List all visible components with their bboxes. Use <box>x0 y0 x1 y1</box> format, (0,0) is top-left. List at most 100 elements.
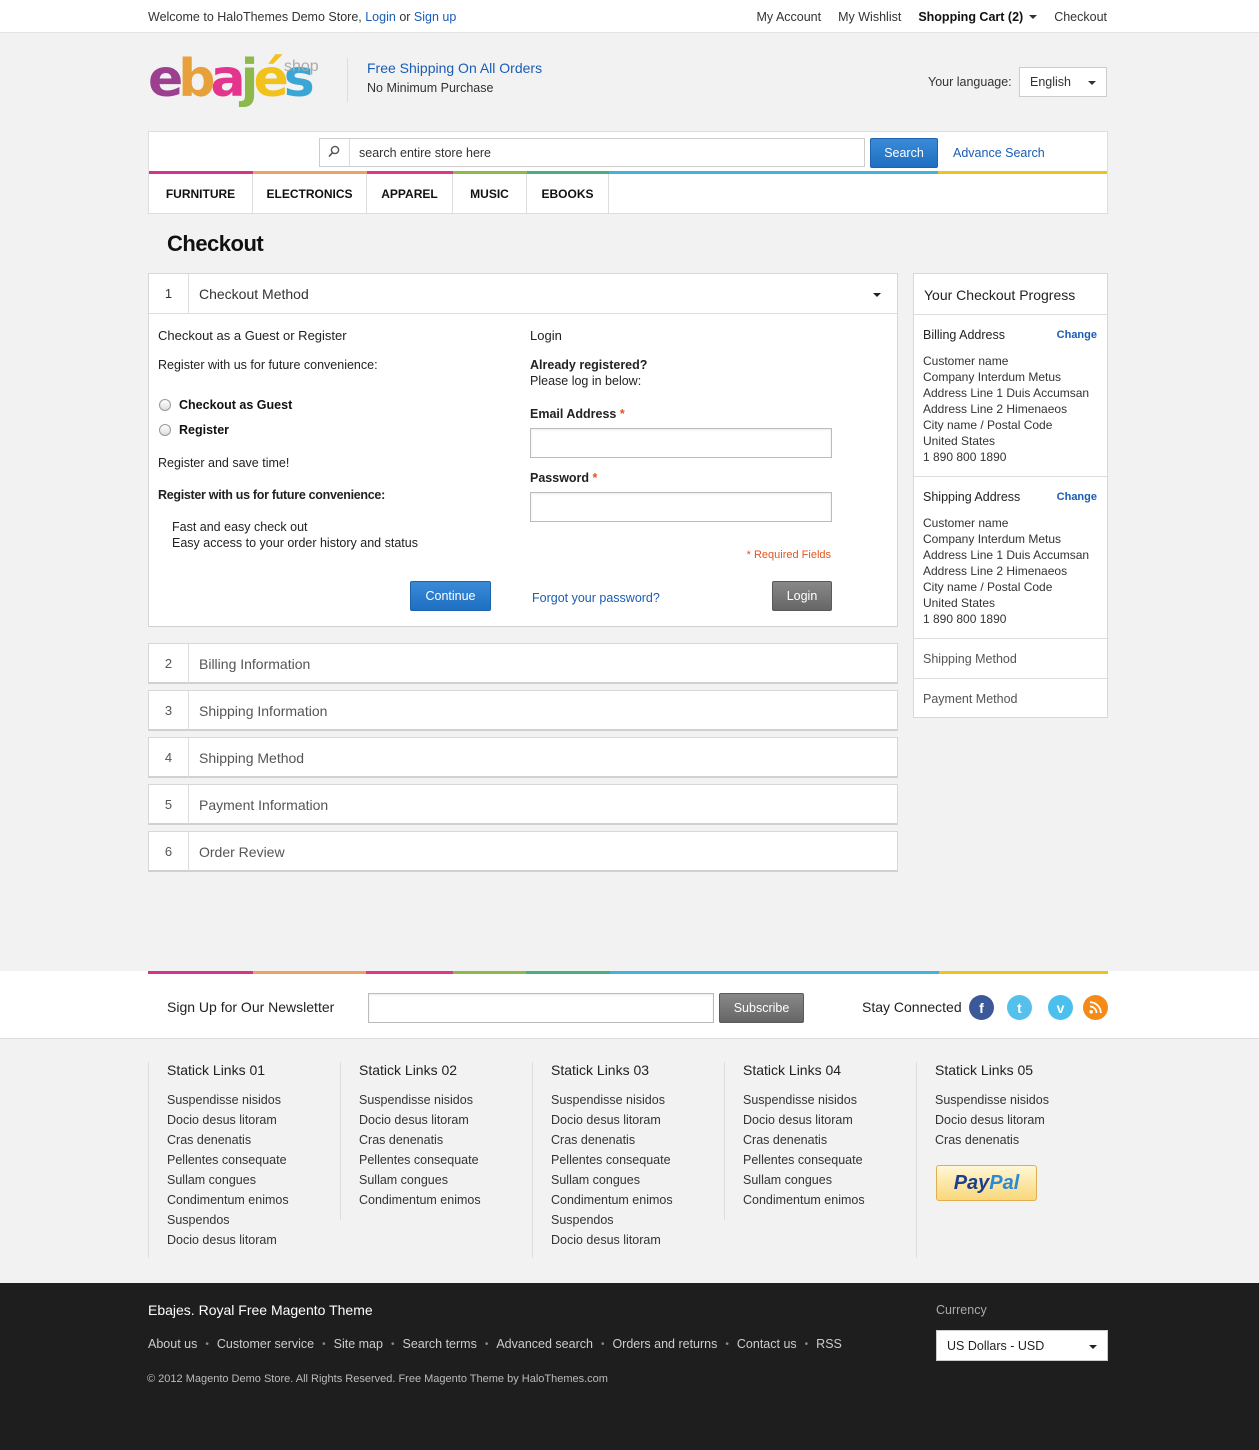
step-header[interactable]: 1 Checkout Method <box>149 274 897 314</box>
checkout-step-payment[interactable]: 5 Payment Information <box>148 784 898 825</box>
footer-link-site-map[interactable]: Site map <box>334 1337 383 1351</box>
login-button[interactable]: Login <box>772 581 832 611</box>
password-field[interactable] <box>530 492 832 522</box>
shopping-cart-link[interactable]: Shopping Cart (2) <box>918 10 1038 24</box>
static-link[interactable]: Suspendisse nisidos <box>743 1093 865 1113</box>
static-link[interactable]: Pellentes consequate <box>551 1153 673 1173</box>
forgot-password-link[interactable]: Forgot your password? <box>532 591 660 605</box>
checkout-as-guest-option[interactable]: Checkout as Guest <box>159 398 292 412</box>
static-link[interactable]: Suspendisse nisidos <box>167 1093 289 1113</box>
header-divider <box>347 58 348 102</box>
menu-item-music[interactable]: MUSIC <box>453 174 527 213</box>
static-link[interactable]: Cras denenatis <box>167 1133 289 1153</box>
static-link[interactable]: Suspendos <box>551 1213 673 1233</box>
address-line: Company Interdum Metus <box>923 370 1062 384</box>
static-links-heading: Statick Links 04 <box>743 1062 842 1078</box>
register-option[interactable]: Register <box>159 423 229 437</box>
menu-item-apparel[interactable]: APPAREL <box>367 174 453 213</box>
currency-select[interactable]: US Dollars - USD <box>936 1330 1108 1361</box>
static-link[interactable]: Sullam congues <box>743 1173 865 1193</box>
checkout-step-review[interactable]: 6 Order Review <box>148 831 898 872</box>
progress-shipping-address: Shipping Address Change Customer name Co… <box>914 476 1107 638</box>
static-link[interactable]: Cras denenatis <box>935 1133 1049 1153</box>
my-wishlist-link[interactable]: My Wishlist <box>838 10 901 24</box>
static-link[interactable]: Sullam congues <box>167 1173 289 1193</box>
static-link[interactable]: Pellentes consequate <box>743 1153 865 1173</box>
static-link[interactable]: Pellentes consequate <box>167 1153 289 1173</box>
benefit-item: Easy access to your order history and st… <box>172 536 418 550</box>
separator: • <box>725 1338 729 1350</box>
checkout-link[interactable]: Checkout <box>1054 10 1107 24</box>
footer-link-contact[interactable]: Contact us <box>737 1337 797 1351</box>
search-input[interactable] <box>350 139 862 166</box>
language-value: English <box>1030 75 1071 89</box>
billing-change-link[interactable]: Change <box>1057 329 1097 341</box>
static-link[interactable]: Suspendisse nisidos <box>935 1093 1049 1113</box>
static-link[interactable]: Docio desus litoram <box>935 1113 1049 1133</box>
continue-button[interactable]: Continue <box>410 581 491 611</box>
email-field[interactable] <box>530 428 832 458</box>
static-link[interactable]: Docio desus litoram <box>167 1113 289 1133</box>
shipping-address-lines: Customer name Company Interdum Metus Add… <box>923 515 1089 627</box>
static-link[interactable]: Sullam congues <box>551 1173 673 1193</box>
footer-link-customer-service[interactable]: Customer service <box>217 1337 314 1351</box>
static-link[interactable]: Cras denenatis <box>551 1133 673 1153</box>
newsletter-email-input[interactable] <box>368 993 714 1023</box>
my-account-link[interactable]: My Account <box>757 10 822 24</box>
language-label: Your language: <box>928 75 1012 89</box>
static-link[interactable]: Suspendos <box>167 1213 289 1233</box>
static-link[interactable]: Condimentum enimos <box>551 1193 673 1213</box>
static-link[interactable]: Suspendisse nisidos <box>551 1093 673 1113</box>
welcome-message: Welcome to HaloThemes Demo Store, Login … <box>148 10 456 24</box>
static-link[interactable]: Docio desus litoram <box>551 1233 673 1253</box>
stay-connected-label: Stay Connected <box>862 999 962 1015</box>
menu-item-electronics[interactable]: ELECTRONICS <box>253 174 367 213</box>
shipping-change-link[interactable]: Change <box>1057 491 1097 503</box>
rss-icon[interactable] <box>1083 995 1108 1020</box>
save-time-text: Register and save time! <box>158 456 290 470</box>
top-links: My Account My Wishlist Shopping Cart (2)… <box>757 10 1108 24</box>
checkout-step-shipping-method[interactable]: 4 Shipping Method <box>148 737 898 778</box>
register-radio[interactable] <box>159 424 171 436</box>
login-link[interactable]: Login <box>365 10 396 24</box>
footer-link-advanced-search[interactable]: Advanced search <box>496 1337 593 1351</box>
static-link[interactable]: Docio desus litoram <box>167 1233 289 1253</box>
vimeo-icon[interactable]: v <box>1048 995 1073 1020</box>
static-link[interactable]: Suspendisse nisidos <box>359 1093 481 1113</box>
static-link[interactable]: Docio desus litoram <box>743 1113 865 1133</box>
search-button[interactable]: Search <box>870 138 938 168</box>
static-links-heading: Statick Links 03 <box>551 1062 650 1078</box>
checkout-progress: Your Checkout Progress Billing Address C… <box>913 273 1108 718</box>
progress-payment-method: Payment Method <box>914 678 1107 717</box>
advance-search-link[interactable]: Advance Search <box>953 146 1045 160</box>
checkout-step-billing[interactable]: 2 Billing Information <box>148 643 898 684</box>
signup-link[interactable]: Sign up <box>414 10 456 24</box>
menu-item-furniture[interactable]: FURNITURE <box>149 174 253 213</box>
static-link[interactable]: Docio desus litoram <box>359 1113 481 1133</box>
static-link[interactable]: Condimentum enimos <box>743 1193 865 1213</box>
static-link[interactable]: Docio desus litoram <box>551 1113 673 1133</box>
subscribe-button[interactable]: Subscribe <box>719 993 804 1023</box>
static-link[interactable]: Condimentum enimos <box>359 1193 481 1213</box>
footer-link-search-terms[interactable]: Search terms <box>402 1337 476 1351</box>
static-link[interactable]: Cras denenatis <box>359 1133 481 1153</box>
static-link[interactable]: Sullam congues <box>359 1173 481 1193</box>
footer-link-about[interactable]: About us <box>148 1337 197 1351</box>
menu-item-ebooks[interactable]: EBOOKS <box>527 174 609 213</box>
store-logo[interactable]: ebajés shop <box>148 48 323 118</box>
footer-link-rss[interactable]: RSS <box>816 1337 842 1351</box>
static-link[interactable]: Condimentum enimos <box>167 1193 289 1213</box>
language-select[interactable]: English <box>1019 67 1107 97</box>
static-link[interactable]: Cras denenatis <box>743 1133 865 1153</box>
register-radio-label: Register <box>179 423 230 437</box>
step-title: Payment Information <box>199 797 329 813</box>
static-links-heading: Statick Links 01 <box>167 1062 266 1078</box>
footer-link-orders-returns[interactable]: Orders and returns <box>612 1337 717 1351</box>
static-link[interactable]: Pellentes consequate <box>359 1153 481 1173</box>
facebook-icon[interactable]: f <box>969 995 994 1020</box>
checkout-step-shipping-info[interactable]: 3 Shipping Information <box>148 690 898 731</box>
address-line: Address Line 2 Himenaeos <box>923 402 1068 416</box>
twitter-icon[interactable]: t <box>1007 995 1032 1020</box>
guest-radio[interactable] <box>159 399 171 411</box>
static-links-column: Statick Links 04 Suspendisse nisidos Doc… <box>724 1062 916 1220</box>
